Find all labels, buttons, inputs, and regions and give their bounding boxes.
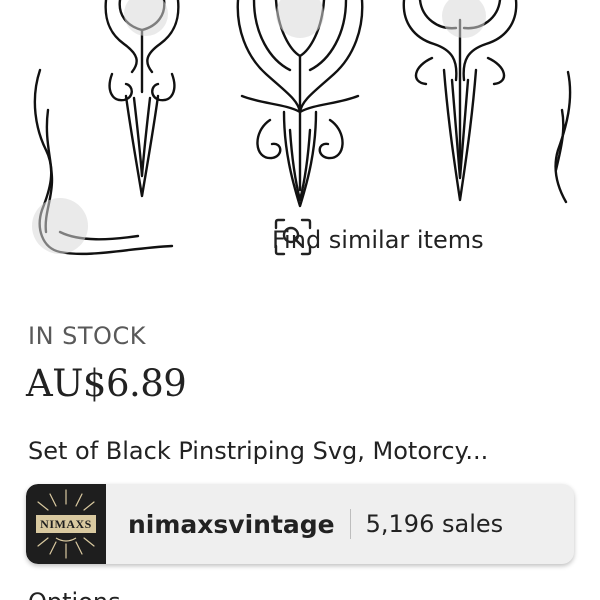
shop-logo-text: NIMAXS bbox=[36, 515, 96, 533]
price: AU$6.89 bbox=[26, 362, 187, 405]
visual-search-icon bbox=[274, 218, 312, 256]
find-similar-button[interactable]: Find similar items bbox=[272, 216, 484, 264]
shop-logo: NIMAXS bbox=[26, 484, 106, 564]
divider bbox=[349, 509, 351, 539]
stock-status: IN STOCK bbox=[28, 322, 146, 350]
shop-card[interactable]: NIMAXS nimaxsvintage 5,196 sales bbox=[26, 484, 574, 564]
options-heading: Options bbox=[28, 588, 121, 600]
listing-title[interactable]: Set of Black Pinstriping Svg, Motorcy... bbox=[28, 437, 578, 465]
shop-sales-count: 5,196 sales bbox=[365, 510, 504, 538]
shop-name: nimaxsvintage bbox=[128, 509, 335, 539]
product-image[interactable]: Find similar items bbox=[0, 0, 600, 290]
